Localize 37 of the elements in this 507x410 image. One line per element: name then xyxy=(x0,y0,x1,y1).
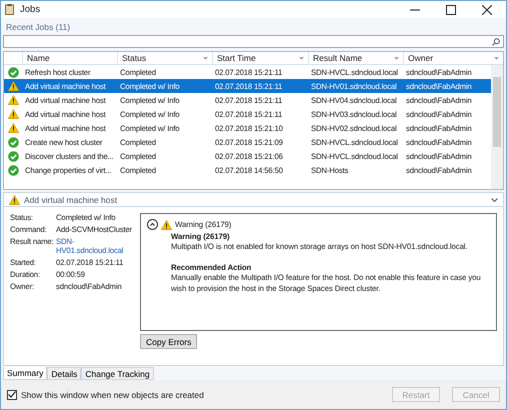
section-title: Recent Jobs (11) xyxy=(5,21,72,34)
checkbox[interactable] xyxy=(7,390,17,400)
search-field[interactable] xyxy=(3,35,504,48)
warning-icon xyxy=(161,220,172,230)
check-circle-icon xyxy=(8,136,18,148)
column-header[interactable]: Owner xyxy=(403,52,503,64)
column-header[interactable]: Status xyxy=(117,52,212,64)
filter-caret-icon xyxy=(394,56,399,60)
window-title: Jobs xyxy=(20,4,42,15)
tab[interactable]: Summary xyxy=(3,367,48,380)
caret-icon xyxy=(150,223,155,226)
column-header[interactable]: Name xyxy=(22,52,117,64)
warning-icon xyxy=(8,109,18,119)
filter-caret-icon xyxy=(494,56,499,60)
collapse-button[interactable] xyxy=(147,219,158,230)
warning-icon xyxy=(8,123,18,133)
column-header[interactable]: Result Name xyxy=(308,52,403,64)
check-circle-icon xyxy=(8,66,18,78)
column-header[interactable]: Start Time xyxy=(212,52,308,64)
detail-header: Add virtual machine host xyxy=(3,192,504,207)
check-circle-icon xyxy=(8,164,18,176)
copy-errors-button[interactable]: Copy Errors xyxy=(140,334,198,349)
scrollbar[interactable] xyxy=(491,65,503,189)
warning-icon xyxy=(9,194,20,204)
check-circle-icon xyxy=(8,150,18,162)
clipboard-icon xyxy=(5,4,14,15)
warning-icon xyxy=(8,81,18,91)
maximize-icon xyxy=(446,4,456,14)
filter-caret-icon xyxy=(203,56,208,60)
close-icon xyxy=(482,4,492,14)
tab[interactable]: Change Tracking xyxy=(81,367,154,380)
search-icon xyxy=(492,38,500,46)
checkbox-label: Show this window when new objects are created xyxy=(21,390,205,400)
filter-caret-icon xyxy=(299,56,304,60)
tab[interactable]: Details xyxy=(47,367,82,380)
warning-icon xyxy=(8,95,18,105)
chevron-down-icon[interactable] xyxy=(491,198,498,202)
